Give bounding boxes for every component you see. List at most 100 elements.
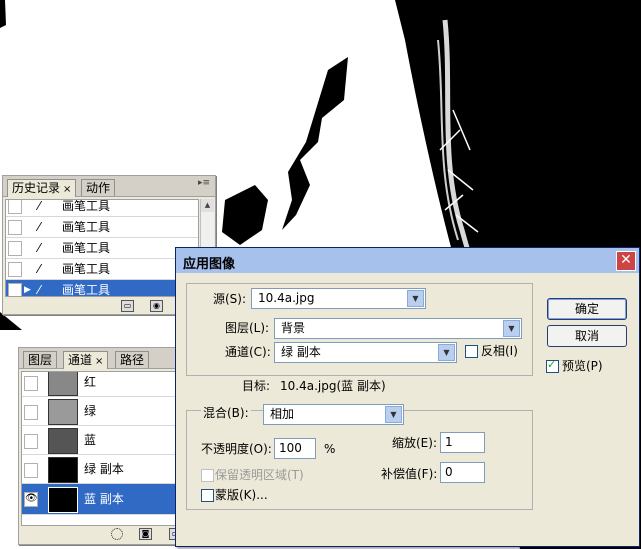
history-list: ⁄ 画笔工具 ⁄ 画笔工具 ⁄ 画笔工具 ⁄ 画笔工具 ▶ ⁄ 画笔工具	[5, 199, 199, 297]
channel-value: 绿 副本	[281, 345, 321, 359]
load-selection-icon[interactable]	[111, 528, 123, 540]
tab-history[interactable]: 历史记录 ×	[7, 179, 77, 197]
target-value: 10.4a.jpg(蓝 副本)	[280, 379, 386, 393]
channel-label: 红	[84, 375, 97, 389]
history-state-pointer-icon: ▶	[24, 285, 31, 295]
close-icon[interactable]: ×	[95, 356, 103, 367]
save-selection-icon[interactable]: ◙	[139, 528, 152, 540]
layer-select[interactable]: 背景 ▼	[274, 318, 522, 339]
preserve-transparency-label: 保留透明区域(T)	[215, 468, 304, 482]
channel-label: 绿 副本	[84, 462, 124, 476]
scale-value: 1	[445, 435, 453, 449]
preview-label[interactable]: 预览(P)	[562, 358, 603, 374]
tab-history-label: 历史记录	[12, 181, 61, 195]
invert-checkbox[interactable]	[465, 345, 478, 358]
tab-actions-label: 动作	[86, 181, 111, 195]
source-select[interactable]: 10.4a.jpg ▼	[251, 288, 426, 309]
snapshot-icon[interactable]: ◉	[150, 300, 163, 312]
close-button[interactable]: ✕	[616, 251, 636, 271]
preview-checkbox[interactable]: ✓	[546, 358, 559, 373]
source-value: 10.4a.jpg	[258, 291, 315, 305]
channel-visibility-box[interactable]	[24, 405, 38, 420]
channel-thumbnail	[48, 372, 78, 396]
opacity-label: 不透明度(O):	[201, 442, 272, 456]
channel-thumbnail	[48, 399, 78, 425]
invert-label[interactable]: 反相(I)	[481, 343, 518, 359]
channel-label: 绿	[84, 404, 97, 418]
brush-icon: ⁄	[38, 262, 41, 276]
mask-label[interactable]: 蒙版(K)...	[215, 487, 268, 503]
history-item-label: 画笔工具	[62, 262, 111, 276]
dialog-titlebar[interactable]: 应用图像 ✕	[176, 248, 639, 273]
channel-label: 蓝	[84, 433, 97, 447]
new-document-icon[interactable]: ▭	[121, 300, 134, 312]
channel-thumbnail	[48, 457, 78, 483]
brush-icon: ⁄	[38, 283, 41, 297]
preserve-transparency-checkbox[interactable]	[201, 469, 214, 482]
layer-label: 图层(L):	[225, 321, 270, 335]
history-item-label: 画笔工具	[62, 220, 111, 234]
offset-value: 0	[445, 465, 453, 479]
panel-menu-icon[interactable]: ▸≡	[198, 178, 210, 188]
opacity-value: 100	[279, 441, 302, 455]
channel-label: 通道(C):	[225, 345, 271, 359]
brush-icon: ⁄	[38, 241, 41, 255]
channel-select[interactable]: 绿 副本 ▼	[274, 342, 457, 363]
scale-label: 缩放(E):	[392, 436, 437, 450]
history-item-selected[interactable]: ▶ ⁄ 画笔工具	[6, 280, 198, 297]
scroll-up-icon[interactable]: ▲	[201, 199, 214, 212]
blending-select[interactable]: 相加 ▼	[263, 404, 404, 425]
cancel-button[interactable]: 取消	[547, 325, 627, 347]
percent-label: %	[324, 442, 336, 456]
channel-visibility-box[interactable]	[24, 463, 38, 478]
tab-channels[interactable]: 通道 ×	[63, 351, 109, 369]
apply-image-dialog: 应用图像 ✕ 源(S): 10.4a.jpg ▼ 图层(L): 背景 ▼ 通道(…	[175, 247, 640, 547]
opacity-input[interactable]: 100	[274, 438, 316, 459]
brush-icon: ⁄	[38, 199, 41, 213]
close-icon[interactable]: ×	[63, 184, 71, 195]
history-item[interactable]: ⁄ 画笔工具	[6, 217, 198, 238]
tab-actions[interactable]: 动作	[81, 179, 116, 196]
chevron-down-icon[interactable]: ▼	[385, 406, 402, 423]
history-source-box[interactable]	[8, 283, 22, 296]
history-item[interactable]: ⁄ 画笔工具	[6, 259, 198, 280]
tab-layers-label: 图层	[28, 353, 53, 367]
scale-input[interactable]: 1	[440, 432, 485, 453]
history-item[interactable]: ⁄ 画笔工具	[6, 238, 198, 259]
history-source-box[interactable]	[8, 200, 22, 214]
close-icon: ✕	[620, 252, 632, 268]
tab-paths-label: 路径	[120, 353, 145, 367]
source-label: 源(S):	[213, 292, 247, 306]
ok-button[interactable]: 确定	[547, 298, 627, 320]
dialog-title: 应用图像	[183, 257, 236, 272]
history-source-box[interactable]	[8, 241, 22, 256]
history-source-box[interactable]	[8, 220, 22, 235]
offset-label: 补偿值(F):	[381, 467, 438, 481]
tab-layers[interactable]: 图层	[23, 351, 58, 368]
eye-icon[interactable]: 👁	[24, 492, 38, 507]
channel-visibility-box[interactable]	[24, 376, 38, 391]
history-item-label: 画笔工具	[62, 283, 111, 297]
history-panel-tabs: 历史记录 × 动作 ▸≡	[3, 176, 215, 197]
target-label: 目标:	[242, 379, 271, 393]
blending-value: 相加	[270, 407, 295, 421]
channel-thumbnail	[48, 428, 78, 454]
tab-channels-label: 通道	[68, 353, 93, 367]
chevron-down-icon[interactable]: ▼	[438, 344, 455, 361]
checkmark-icon: ✓	[547, 358, 557, 371]
history-source-box[interactable]	[8, 262, 22, 277]
layer-value: 背景	[281, 321, 306, 335]
history-item-label: 画笔工具	[62, 199, 111, 213]
history-item[interactable]: ⁄ 画笔工具	[6, 199, 198, 217]
history-item-label: 画笔工具	[62, 241, 111, 255]
channel-visibility-box[interactable]	[24, 434, 38, 449]
tab-paths[interactable]: 路径	[115, 351, 150, 368]
chevron-down-icon[interactable]: ▼	[503, 320, 520, 337]
offset-input[interactable]: 0	[440, 462, 485, 483]
chevron-down-icon[interactable]: ▼	[407, 290, 424, 307]
brush-icon: ⁄	[38, 220, 41, 234]
mask-checkbox[interactable]	[201, 489, 214, 502]
channel-label: 蓝 副本	[84, 492, 124, 506]
channel-thumbnail	[48, 487, 78, 513]
blending-label: 混合(B):	[201, 405, 251, 421]
